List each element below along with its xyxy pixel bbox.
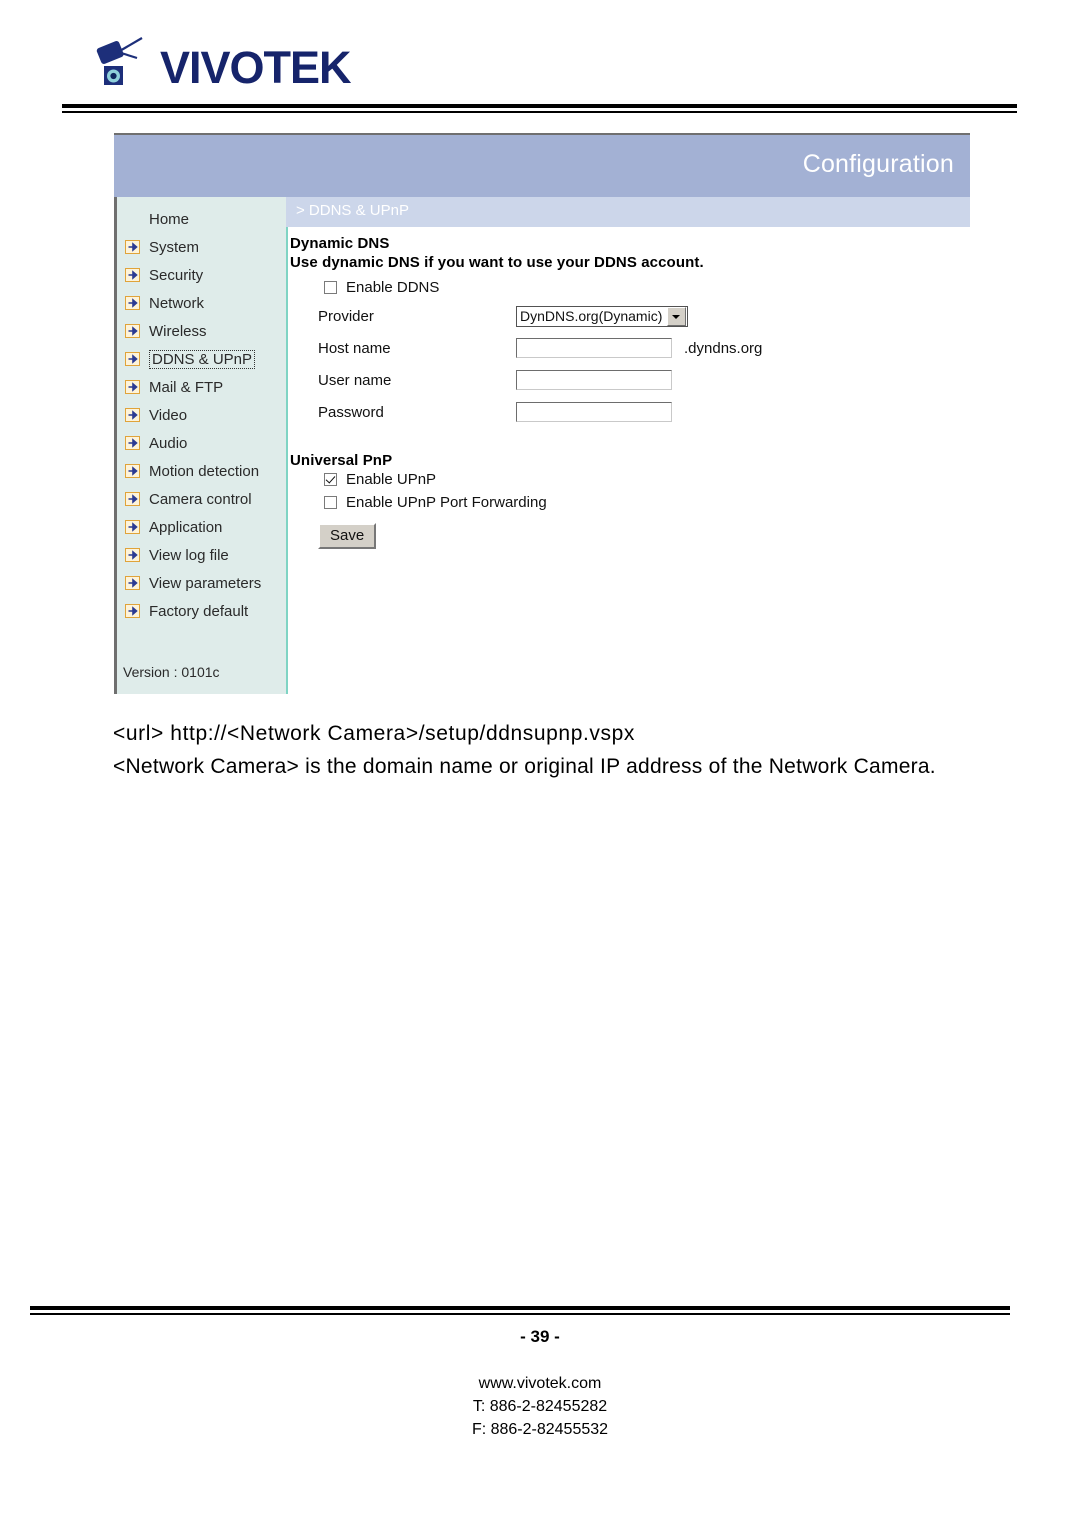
arrow-right-icon bbox=[125, 296, 140, 310]
host-name-suffix: .dyndns.org bbox=[684, 339, 763, 357]
breadcrumb-bar: > DDNS & UPnP bbox=[286, 197, 970, 227]
arrow-right-icon bbox=[125, 548, 140, 562]
arrow-right-icon bbox=[125, 604, 140, 618]
header-rule bbox=[62, 104, 1017, 113]
sidebar-item-label: Video bbox=[149, 406, 188, 424]
dynamic-dns-heading: Dynamic DNS bbox=[290, 235, 390, 252]
sidebar-content-divider bbox=[286, 227, 288, 694]
save-button[interactable]: Save bbox=[318, 523, 377, 549]
sidebar-item-label: Network bbox=[149, 294, 205, 312]
host-name-input[interactable] bbox=[516, 338, 672, 358]
provider-select[interactable]: DynDNS.org(Dynamic) bbox=[516, 305, 689, 327]
footer-telephone: T: 886-2-82455282 bbox=[472, 1398, 608, 1415]
provider-row: Provider DynDNS.org(Dynamic) bbox=[318, 302, 966, 330]
breadcrumb: > DDNS & UPnP bbox=[296, 202, 409, 219]
configuration-screenshot: Configuration > DDNS & UPnP Home System Se… bbox=[114, 133, 970, 695]
dynamic-dns-subheading: Use dynamic DNS if you want to use your … bbox=[290, 254, 704, 271]
sidebar-item-security[interactable]: Security bbox=[117, 261, 286, 289]
brand-wordmark: VIVOTEK bbox=[160, 41, 352, 93]
universal-pnp-heading: Universal PnP bbox=[290, 452, 393, 469]
sidebar-item-label: View log file bbox=[149, 546, 229, 564]
sidebar-item-label: Wireless bbox=[149, 322, 207, 340]
sidebar-item-label: Home bbox=[149, 210, 190, 228]
vivotek-logo: VIVOTEK bbox=[92, 36, 352, 94]
arrow-right-icon bbox=[125, 380, 140, 394]
sidebar-item-label: Application bbox=[149, 518, 223, 536]
sidebar-item-network[interactable]: Network bbox=[117, 289, 286, 317]
page-title: Configuration bbox=[802, 150, 954, 178]
sidebar-item-wireless[interactable]: Wireless bbox=[117, 317, 286, 345]
configuration-content: Dynamic DNS Use dynamic DNS if you want … bbox=[290, 235, 966, 549]
enable-upnp-port-forwarding-checkbox[interactable] bbox=[324, 496, 337, 509]
chevron-down-icon[interactable] bbox=[667, 306, 687, 326]
arrow-right-icon bbox=[125, 352, 140, 366]
enable-upnp-checkbox[interactable] bbox=[324, 473, 337, 486]
arrow-right-icon bbox=[125, 324, 140, 338]
host-name-label: Host name bbox=[318, 339, 391, 357]
enable-ddns-row[interactable]: Enable DDNS bbox=[324, 279, 966, 296]
footer-contact: www.vivotek.com T: 886-2-82455282 F: 886… bbox=[0, 1372, 1080, 1441]
user-name-row: User name bbox=[318, 366, 966, 394]
sidebar-item-camera-control[interactable]: Camera control bbox=[117, 485, 286, 513]
sidebar-item-factory-default[interactable]: Factory default bbox=[117, 597, 286, 625]
page-number: - 39 - bbox=[520, 1327, 560, 1346]
sidebar-item-motion-detection[interactable]: Motion detection bbox=[117, 457, 286, 485]
provider-label: Provider bbox=[318, 307, 374, 325]
sidebar-item-system[interactable]: System bbox=[117, 233, 286, 261]
sidebar-item-video[interactable]: Video bbox=[117, 401, 286, 429]
sidebar-item-label: Camera control bbox=[149, 490, 252, 508]
host-name-row: Host name .dyndns.org bbox=[318, 334, 966, 362]
arrow-right-icon bbox=[125, 492, 140, 506]
sidebar-item-label: Mail & FTP bbox=[149, 378, 224, 396]
enable-upnp-port-forwarding-label: Enable UPnP Port Forwarding bbox=[346, 494, 547, 511]
firmware-version-label: Version : 0101c bbox=[123, 664, 220, 680]
enable-upnp-row[interactable]: Enable UPnP bbox=[324, 471, 966, 488]
sidebar-item-view-log-file[interactable]: View log file bbox=[117, 541, 286, 569]
page-masthead: VIVOTEK bbox=[0, 0, 1080, 113]
enable-upnp-port-forwarding-row[interactable]: Enable UPnP Port Forwarding bbox=[324, 494, 966, 511]
arrow-right-icon bbox=[125, 240, 140, 254]
sidebar-item-ddns-upnp[interactable]: DDNS & UPnP bbox=[117, 345, 286, 373]
enable-ddns-checkbox[interactable] bbox=[324, 281, 337, 294]
caption-description-line: <Network Camera> is the domain name or o… bbox=[113, 755, 936, 778]
sidebar-menu: Home System Security Network Wireless DDNS & … bbox=[117, 197, 286, 625]
footer-rule bbox=[30, 1306, 1010, 1315]
sidebar-item-label: Security bbox=[149, 266, 204, 284]
footer-fax: F: 886-2-82455532 bbox=[471, 1421, 609, 1438]
sidebar-item-label: System bbox=[149, 238, 200, 256]
arrow-right-icon bbox=[125, 268, 140, 282]
arrow-right-icon bbox=[125, 576, 140, 590]
footer-website: www.vivotek.com bbox=[478, 1375, 602, 1392]
sidebar-item-view-parameters[interactable]: View parameters bbox=[117, 569, 286, 597]
user-name-label: User name bbox=[318, 371, 392, 389]
sidebar-item-label: Motion detection bbox=[149, 462, 260, 480]
arrow-right-icon bbox=[125, 520, 140, 534]
vivotek-camera-logo-icon bbox=[96, 37, 143, 85]
arrow-right-icon bbox=[125, 436, 140, 450]
sidebar-item-home[interactable]: Home bbox=[117, 205, 286, 233]
enable-ddns-label: Enable DDNS bbox=[346, 279, 440, 296]
arrow-right-icon bbox=[125, 408, 140, 422]
user-name-input[interactable] bbox=[516, 370, 672, 390]
caption-url-line: <url> http://<Network Camera>/setup/ddns… bbox=[113, 722, 636, 745]
arrow-right-icon bbox=[125, 464, 140, 478]
sidebar-item-mail-ftp[interactable]: Mail & FTP bbox=[117, 373, 286, 401]
configuration-header-bar: Configuration bbox=[114, 135, 970, 197]
sidebar-item-application[interactable]: Application bbox=[117, 513, 286, 541]
enable-upnp-label: Enable UPnP bbox=[346, 471, 437, 488]
password-input[interactable] bbox=[516, 402, 672, 422]
provider-selected-value: DynDNS.org(Dynamic) bbox=[520, 308, 663, 324]
sidebar-item-label: View parameters bbox=[149, 574, 262, 592]
sidebar-item-label: Factory default bbox=[149, 602, 249, 620]
sidebar-item-label: DDNS & UPnP bbox=[149, 349, 256, 369]
sidebar-item-label: Audio bbox=[149, 434, 188, 452]
sidebar-item-audio[interactable]: Audio bbox=[117, 429, 286, 457]
sidebar: Home System Security Network Wireless DDNS & … bbox=[114, 197, 286, 694]
password-label: Password bbox=[318, 403, 384, 421]
password-row: Password bbox=[318, 398, 966, 426]
